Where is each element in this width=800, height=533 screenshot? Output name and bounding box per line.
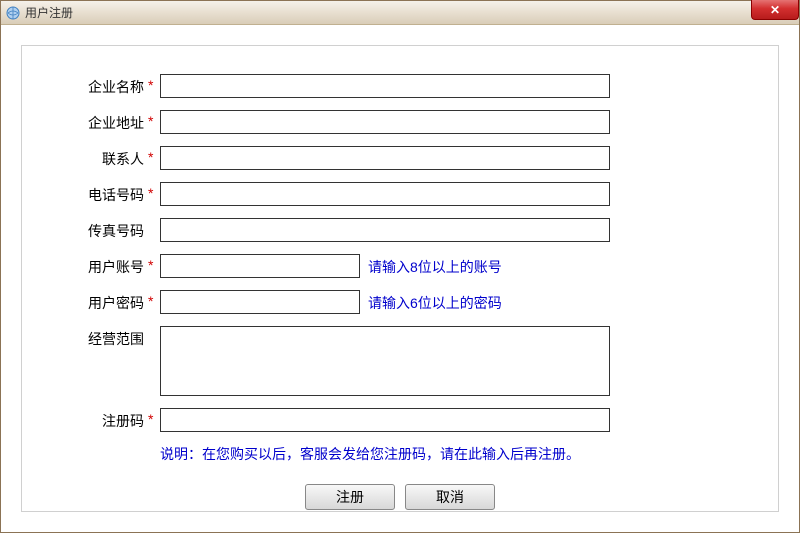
note-row: 说明：在您购买以后，客服会发给您注册码，请在此输入后再注册。 [72,444,728,464]
row-company-name: 企业名称 * [72,74,728,98]
note-label: 说明： [160,446,202,462]
button-row: 注册 取消 [72,484,728,510]
label-company-address: 企业地址 [72,110,144,133]
app-icon [5,5,21,21]
registration-window: 用户注册 ✕ 企业名称 * 企业地址 * 联系人 * 电话号码 [0,0,800,533]
label-phone: 电话号码 [72,182,144,205]
content-area: 企业名称 * 企业地址 * 联系人 * 电话号码 * 传真号码 [1,25,799,532]
label-password: 用户密码 [72,290,144,313]
input-phone[interactable] [160,182,610,206]
input-fax[interactable] [160,218,610,242]
required-mark: * [144,290,160,309]
required-mark: * [144,254,160,273]
row-phone: 电话号码 * [72,182,728,206]
row-password: 用户密码 * 请输入6位以上的密码 [72,290,728,314]
required-mark: * [144,146,160,165]
input-company-address[interactable] [160,110,610,134]
row-fax: 传真号码 [72,218,728,242]
input-username[interactable] [160,254,360,278]
row-contact: 联系人 * [72,146,728,170]
row-company-address: 企业地址 * [72,110,728,134]
close-button[interactable]: ✕ [751,0,799,20]
label-fax: 传真号码 [72,218,144,241]
row-username: 用户账号 * 请输入8位以上的账号 [72,254,728,278]
hint-username: 请输入8位以上的账号 [360,254,502,277]
cancel-button[interactable]: 取消 [405,484,495,510]
required-mark: * [144,182,160,201]
close-icon: ✕ [770,4,780,16]
required-mark: * [144,74,160,93]
input-company-name[interactable] [160,74,610,98]
row-reg-code: 注册码 * [72,408,728,432]
register-button[interactable]: 注册 [305,484,395,510]
titlebar: 用户注册 ✕ [1,1,799,25]
textarea-business-scope[interactable] [160,326,610,396]
form-panel: 企业名称 * 企业地址 * 联系人 * 电话号码 * 传真号码 [21,45,779,512]
label-business-scope: 经营范围 [72,326,144,349]
note-text: 在您购买以后，客服会发给您注册码，请在此输入后再注册。 [202,446,580,462]
required-mark: * [144,408,160,427]
row-business-scope: 经营范围 [72,326,728,396]
input-password[interactable] [160,290,360,314]
label-contact: 联系人 [72,146,144,169]
input-contact[interactable] [160,146,610,170]
label-company-name: 企业名称 [72,74,144,97]
label-reg-code: 注册码 [72,408,144,431]
input-reg-code[interactable] [160,408,610,432]
hint-password: 请输入6位以上的密码 [360,290,502,313]
required-mark: * [144,110,160,129]
window-title: 用户注册 [25,4,73,21]
label-username: 用户账号 [72,254,144,277]
